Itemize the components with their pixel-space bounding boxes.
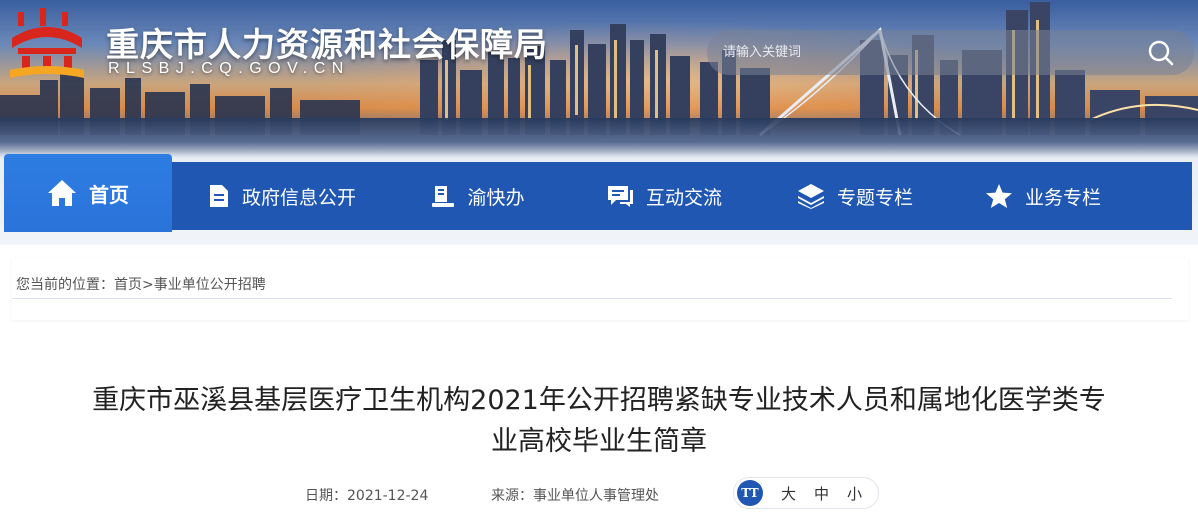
date-label: 日期： [305, 488, 347, 504]
article-title: 重庆市巫溪县基层医疗卫生机构2021年公开招聘紧缺专业技术人员和属地化医学类专 … [20, 380, 1178, 462]
nav-label-interaction: 互动交流 [645, 186, 722, 209]
breadcrumb-prefix: 您当前的位置： [16, 277, 114, 293]
nav-item-special-topics[interactable]: 专题专栏 [760, 162, 950, 230]
article-title-line-1: 重庆市巫溪县基层医疗卫生机构2021年公开招聘紧缺专业技术人员和属地化医学类专 [92, 385, 1106, 416]
main-nav: 首页 政府信息公开 渝快办 互动交流 专题专栏 业务专栏 [4, 154, 1192, 232]
nav-label-special-topics: 专题专栏 [836, 186, 913, 209]
nav-item-business[interactable]: 业务专栏 [950, 162, 1136, 230]
nav-items: 政府信息公开 渝快办 互动交流 专题专栏 业务专栏 [176, 162, 1136, 230]
font-size-small-button[interactable]: 小 [847, 483, 862, 504]
nav-label-home: 首页 [89, 182, 129, 207]
search-input[interactable] [723, 41, 1123, 63]
layers-icon [797, 184, 824, 209]
font-size-control: TT 大 中 小 [733, 477, 879, 509]
date-value: 2021-12-24 [347, 488, 429, 504]
breadcrumb-current-link[interactable]: 事业单位公开招聘 [154, 277, 266, 293]
source-value: 事业单位人事管理处 [533, 488, 659, 504]
text-size-icon: TT [737, 480, 763, 506]
breadcrumb: 您当前的位置：首页>事业单位公开招聘 [16, 274, 266, 294]
search-icon[interactable] [1144, 36, 1178, 70]
breadcrumb-home-link[interactable]: 首页 [114, 277, 142, 293]
article-title-line-2: 业高校毕业生简章 [491, 426, 707, 457]
nav-label-yukuaiban: 渝快办 [467, 186, 525, 209]
search-box [707, 30, 1194, 75]
nav-item-yukuaiban[interactable]: 渝快办 [388, 162, 568, 230]
breadcrumb-separator: > [142, 277, 154, 293]
article-date: 日期：2021-12-24 [305, 485, 428, 505]
site-title: 重庆市人力资源和社会保障局 [106, 25, 548, 64]
breadcrumb-divider [12, 298, 1172, 299]
article-source: 来源：事业单位人事管理处 [491, 485, 659, 505]
stamp-icon [432, 186, 455, 207]
nav-item-gov-info[interactable]: 政府信息公开 [176, 162, 388, 230]
chat-icon [607, 186, 633, 207]
star-icon [985, 184, 1012, 208]
bureau-logo-icon [10, 8, 84, 78]
nav-item-home[interactable]: 首页 [4, 154, 172, 232]
nav-label-business: 业务专栏 [1024, 186, 1101, 209]
font-size-large-button[interactable]: 大 [781, 483, 796, 504]
home-icon [48, 180, 76, 206]
nav-item-interaction[interactable]: 互动交流 [568, 162, 760, 230]
nav-label-gov-info: 政府信息公开 [241, 186, 356, 209]
site-domain: RLSBJ.CQ.GOV.CN [108, 60, 350, 77]
river-water [0, 118, 1198, 158]
document-icon [209, 185, 228, 207]
font-size-medium-button[interactable]: 中 [814, 483, 829, 504]
source-label: 来源： [491, 488, 533, 504]
breadcrumb-bar: 您当前的位置：首页>事业单位公开招聘 [12, 258, 1188, 320]
